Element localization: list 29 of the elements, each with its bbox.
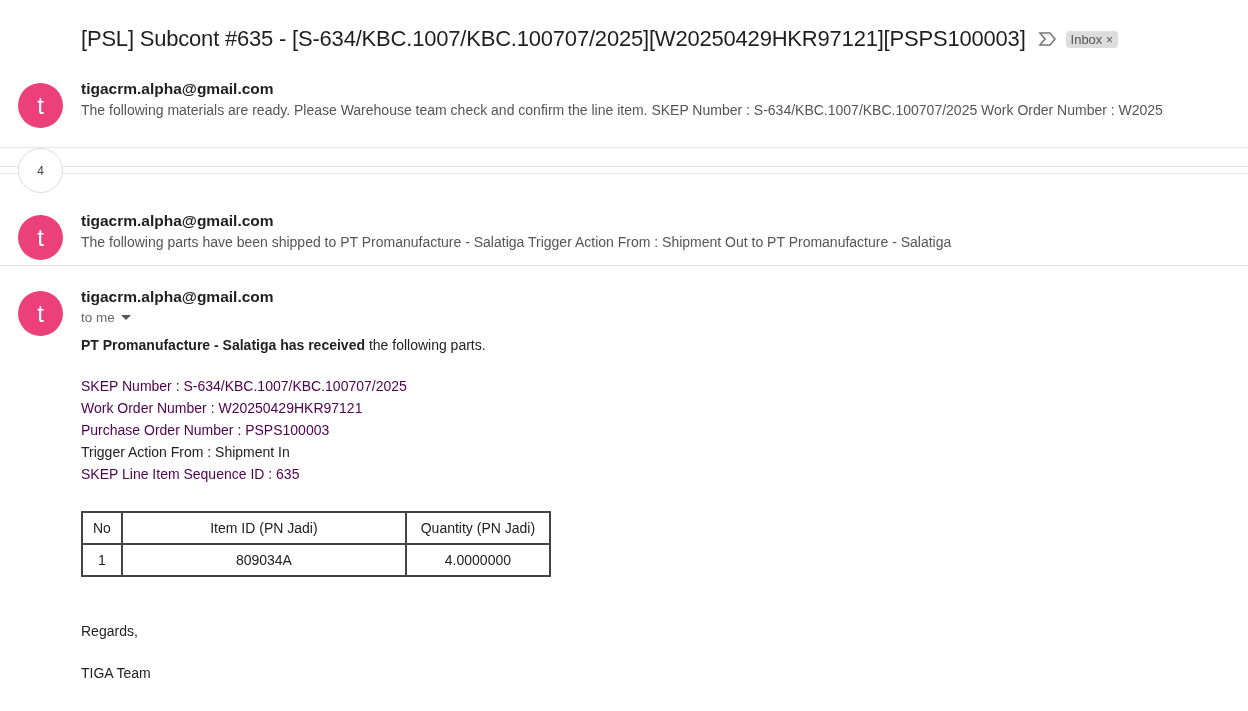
sender-avatar: t: [18, 83, 63, 128]
sender-address[interactable]: tigacrm.alpha@gmail.com: [81, 212, 952, 230]
table-cell: 1: [82, 544, 122, 576]
message-intro: PT Promanufacture - Salatiga has received the following parts.: [81, 337, 487, 353]
table-header: No: [82, 512, 122, 544]
recipient-text: to me: [81, 310, 115, 325]
inbox-label: Inbox ×: [1065, 30, 1118, 48]
table-cell: 809034A: [121, 544, 406, 576]
sender-avatar: t: [18, 215, 63, 260]
dropdown-caret-icon[interactable]: [120, 314, 131, 321]
sender-avatar: t: [18, 291, 63, 336]
table-cell: 4.0000000: [405, 544, 550, 576]
detail-line: Purchase Order Number : PSPS100003: [81, 421, 331, 440]
message-snippet[interactable]: The following materials are ready. Please Warehouse team check and confirm the line item. SKEP Number : S-634/KBC.1007/KBC.100707/2025 Work Order Number : W2025: [81, 102, 1163, 118]
sender-address[interactable]: tigacrm.alpha@gmail.com: [81, 80, 1163, 98]
table-header: Item ID (PN Jadi): [121, 512, 406, 544]
email-subject: [PSL] Subcont #635 - [S-634/KBC.1007/KBC.100707/2025][W20250429HKR97121][PSPS100003]: [81, 26, 1026, 52]
detail-line: Trigger Action From : Shipment In: [81, 443, 291, 462]
sender-address[interactable]: tigacrm.alpha@gmail.com: [81, 288, 551, 306]
table-header: Quantity (PN Jadi): [405, 512, 550, 544]
signature-text: TIGA Team: [81, 665, 152, 681]
detail-line: SKEP Number : S-634/KBC.1007/KBC.100707/2025: [81, 377, 408, 396]
collapsed-messages-count[interactable]: 4: [18, 148, 63, 193]
message-snippet[interactable]: The following parts have been shipped to PT Promanufacture - Salatiga Trigger Action From : Shipment Out to PT Promanufacture - Salatiga: [81, 234, 952, 250]
detail-line: SKEP Line Item Sequence ID : 635: [81, 465, 301, 484]
detail-line: Work Order Number : W20250429HKR97121: [81, 399, 364, 418]
closing-text: Regards,: [81, 623, 139, 639]
importance-marker-icon[interactable]: [1037, 32, 1056, 46]
remove-label-button[interactable]: ×: [1105, 32, 1113, 47]
